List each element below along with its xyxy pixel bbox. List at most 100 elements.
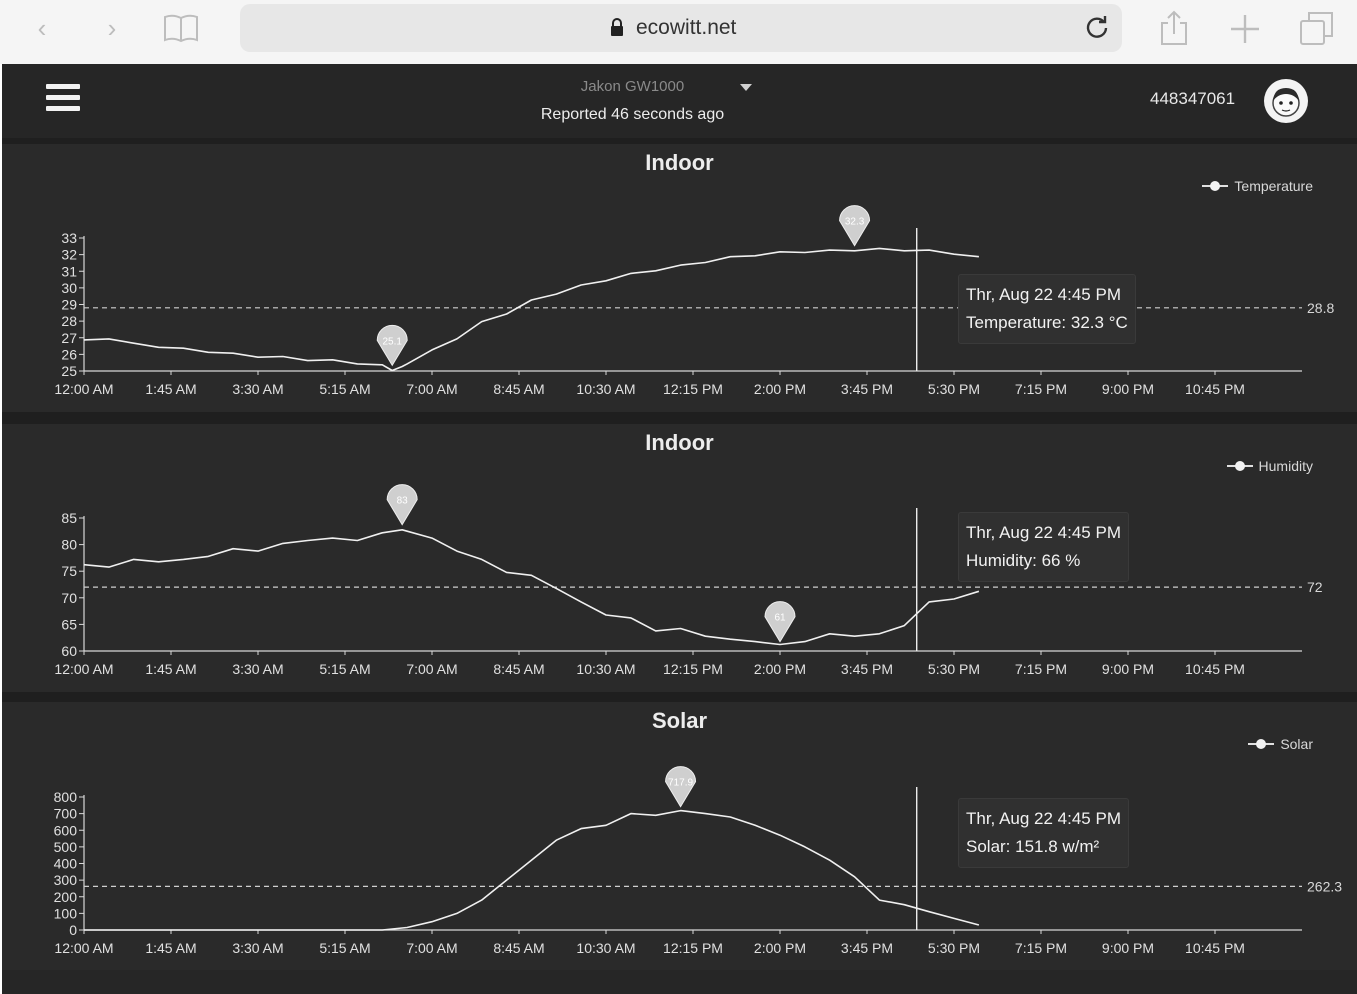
user-id[interactable]: 448347061 — [1150, 89, 1235, 109]
x-tick-label: 7:00 AM — [406, 381, 457, 397]
bookmarks-icon[interactable] — [162, 12, 200, 44]
tooltip-time: Thr, Aug 22 4:45 PM — [966, 285, 1121, 304]
y-tick-label: 29 — [61, 297, 77, 313]
x-tick-label: 5:30 PM — [928, 940, 980, 956]
tooltip-value: Solar: 151.8 w/m² — [966, 837, 1100, 856]
address-bar[interactable]: ecowitt.net — [240, 4, 1122, 52]
y-tick-label: 26 — [61, 346, 77, 362]
tooltip-time: Thr, Aug 22 4:45 PM — [966, 809, 1121, 828]
x-tick-label: 7:15 PM — [1015, 661, 1067, 677]
y-tick-label: 65 — [61, 616, 77, 632]
x-tick-label: 8:45 AM — [493, 661, 544, 677]
y-tick-label: 500 — [54, 839, 78, 855]
x-tick-label: 10:30 AM — [576, 661, 635, 677]
y-tick-label: 25 — [61, 363, 77, 379]
y-tick-label: 85 — [61, 510, 77, 526]
x-tick-label: 2:00 PM — [754, 940, 806, 956]
data-pin-label: 25.1 — [382, 336, 402, 347]
browser-toolbar: ‹ › ecowitt.net — [0, 0, 1357, 64]
average-label: 28.8 — [1307, 300, 1334, 316]
x-tick-label: 12:15 PM — [663, 940, 723, 956]
share-icon[interactable] — [1158, 10, 1190, 46]
y-tick-label: 28 — [61, 313, 77, 329]
y-tick-label: 600 — [54, 822, 78, 838]
x-tick-label: 3:30 AM — [232, 381, 283, 397]
x-tick-label: 12:00 AM — [54, 940, 113, 956]
x-tick-label: 5:30 PM — [928, 661, 980, 677]
y-tick-label: 33 — [61, 230, 77, 246]
x-tick-label: 3:45 PM — [841, 661, 893, 677]
user-face-icon — [1272, 88, 1300, 117]
x-tick-label: 3:30 AM — [232, 661, 283, 677]
x-tick-label: 9:00 PM — [1102, 940, 1154, 956]
device-selector[interactable]: Jakon GW1000 — [520, 78, 745, 95]
data-pin-label: 83 — [397, 496, 409, 507]
forward-icon[interactable]: › — [96, 12, 128, 44]
data-pin-label: 32.3 — [845, 217, 865, 228]
y-tick-label: 700 — [54, 806, 78, 822]
data-pin-label: 61 — [774, 613, 786, 624]
back-icon[interactable]: ‹ — [26, 12, 58, 44]
solar-chart[interactable]: 0100200300400500600700800 12:00 AM 1:45 AM… — [2, 702, 1357, 970]
x-tick-label: 1:45 AM — [145, 661, 196, 677]
y-tick-label: 31 — [61, 263, 77, 279]
x-tick-label: 5:15 AM — [319, 381, 370, 397]
tooltip-time: Thr, Aug 22 4:45 PM — [966, 523, 1121, 542]
y-tick-label: 0 — [69, 922, 77, 938]
data-pin-label: 717.9 — [668, 778, 693, 789]
x-tick-label: 5:15 AM — [319, 940, 370, 956]
temperature-chart-panel: Indoor Temperature 25 26 27 28 29 30 31 32 33 12:… — [2, 144, 1357, 412]
x-tick-label: 3:45 PM — [841, 940, 893, 956]
x-tick-label: 10:45 PM — [1185, 940, 1245, 956]
x-tick-label: 12:00 AM — [54, 381, 113, 397]
y-tick-label: 200 — [54, 889, 78, 905]
x-tick-label: 8:45 AM — [493, 381, 544, 397]
average-label: 72 — [1307, 579, 1323, 595]
avatar[interactable] — [1264, 79, 1308, 123]
y-tick-label: 70 — [61, 590, 77, 606]
humidity-chart-panel: Indoor Humidity 60 65 70 75 80 85 12:00 AM 1:45… — [2, 424, 1357, 692]
report-status: Reported 46 seconds ago — [540, 106, 725, 123]
y-tick-label: 30 — [61, 280, 77, 296]
y-tick-label: 100 — [54, 905, 78, 921]
x-tick-label: 10:30 AM — [576, 940, 635, 956]
new-tab-icon[interactable] — [1228, 12, 1262, 46]
x-tick-label: 10:30 AM — [576, 381, 635, 397]
y-tick-label: 300 — [54, 872, 78, 888]
x-tick-label: 1:45 AM — [145, 940, 196, 956]
x-tick-label: 8:45 AM — [493, 940, 544, 956]
humidity-chart[interactable]: 60 65 70 75 80 85 12:00 AM 1:45 AM 3:30 AM 5:15 A… — [2, 424, 1357, 692]
x-tick-label: 9:00 PM — [1102, 381, 1154, 397]
x-tick-label: 3:30 AM — [232, 940, 283, 956]
tooltip-value: Temperature: 32.3 °C — [966, 313, 1128, 332]
x-tick-label: 2:00 PM — [754, 381, 806, 397]
reload-icon[interactable] — [1084, 14, 1110, 40]
x-tick-label: 9:00 PM — [1102, 661, 1154, 677]
y-tick-label: 32 — [61, 247, 77, 263]
average-label: 262.3 — [1307, 878, 1342, 894]
x-tick-label: 7:00 AM — [406, 940, 457, 956]
tabs-icon[interactable] — [1298, 10, 1336, 46]
menu-icon[interactable] — [46, 84, 80, 114]
x-tick-label: 3:45 PM — [841, 381, 893, 397]
x-tick-label: 2:00 PM — [754, 661, 806, 677]
x-tick-label: 10:45 PM — [1185, 661, 1245, 677]
x-tick-label: 10:45 PM — [1185, 381, 1245, 397]
chart-tooltip: Thr, Aug 22 4:45 PM Solar: 151.8 w/m² — [958, 798, 1129, 868]
x-tick-label: 7:15 PM — [1015, 940, 1067, 956]
x-tick-label: 5:30 PM — [928, 381, 980, 397]
x-tick-label: 1:45 AM — [145, 381, 196, 397]
chart-tooltip: Thr, Aug 22 4:45 PM Humidity: 66 % — [958, 512, 1129, 582]
next-panel-strip — [2, 970, 1357, 994]
x-tick-label: 12:00 AM — [54, 661, 113, 677]
x-tick-label: 7:15 PM — [1015, 381, 1067, 397]
x-tick-label: 12:15 PM — [663, 381, 723, 397]
y-tick-label: 80 — [61, 537, 77, 553]
y-tick-label: 60 — [61, 643, 77, 659]
x-tick-label: 7:00 AM — [406, 661, 457, 677]
lock-icon — [611, 18, 623, 36]
temperature-chart[interactable]: 252627282930313233 12:00 AM 1:45 AM 3:30 AM… — [2, 144, 1357, 412]
y-tick-label: 27 — [61, 330, 77, 346]
y-tick-label: 400 — [54, 856, 78, 872]
chevron-down-icon[interactable] — [740, 84, 752, 91]
